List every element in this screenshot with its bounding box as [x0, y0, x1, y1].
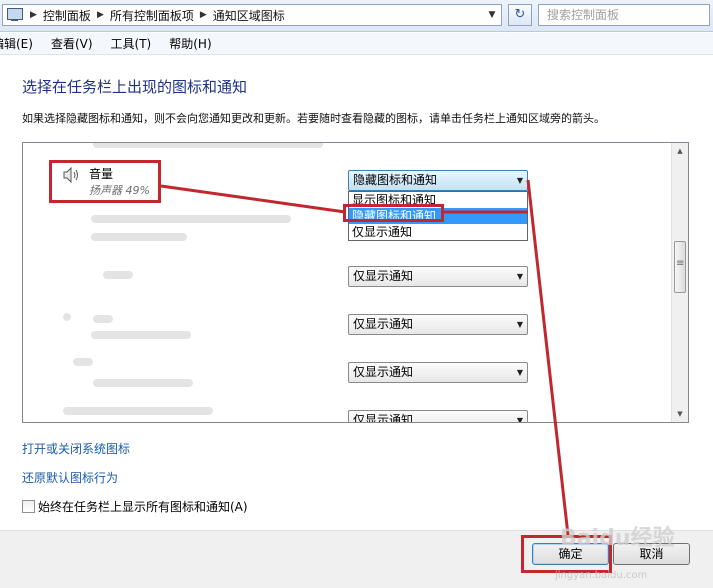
checkbox-label: 始终在任务栏上显示所有图标和通知(A)	[38, 500, 248, 514]
breadcrumb-control-panel[interactable]: 控制面板	[43, 7, 91, 24]
chevron-down-icon: ▼	[516, 416, 523, 423]
scroll-up-icon[interactable]: ▲	[672, 143, 688, 159]
blurred-row-text	[63, 407, 213, 415]
address-toolbar: ▶ 控制面板 ▶ 所有控制面板项 ▶ 通知区域图标 ▼ ↻ 搜索控制面板	[0, 0, 713, 32]
menu-view[interactable]: 查看(V)	[51, 35, 93, 52]
icon-behavior-select[interactable]: 仅显示通知 ▼	[348, 362, 528, 383]
breadcrumb-separator-icon[interactable]: ▶	[200, 10, 207, 20]
option-hide-icon-and-notifications[interactable]: 隐藏图标和通知	[349, 208, 527, 224]
chevron-down-icon: ▼	[516, 272, 523, 281]
menu-bar: 编辑(E) 查看(V) 工具(T) 帮助(H)	[0, 33, 713, 55]
option-only-notifications[interactable]: 仅显示通知	[349, 224, 527, 240]
blurred-row-text	[91, 215, 291, 223]
icon-behavior-value: 仅显示通知	[353, 365, 414, 379]
icon-behavior-value: 仅显示通知	[353, 269, 414, 283]
blurred-row-text	[93, 143, 323, 148]
icon-behavior-value: 仅显示通知	[353, 317, 414, 331]
icon-behavior-value: 仅显示通知	[353, 413, 414, 423]
blurred-row-text	[103, 271, 133, 279]
blurred-row-text	[93, 379, 193, 387]
scroll-thumb[interactable]	[674, 241, 686, 293]
blurred-row-text	[91, 233, 187, 241]
chevron-down-icon: ▼	[516, 320, 523, 329]
watermark-url: jingyan.baidu.com	[555, 570, 648, 581]
scroll-down-icon[interactable]: ▼	[672, 406, 688, 422]
icon-behavior-select[interactable]: 仅显示通知 ▼	[348, 314, 528, 335]
volume-subtitle: 扬声器 49%	[89, 184, 150, 197]
refresh-button[interactable]: ↻	[508, 4, 532, 26]
breadcrumb-separator-icon[interactable]: ▶	[30, 10, 37, 20]
checkbox-box[interactable]	[22, 500, 35, 513]
menu-edit[interactable]: 编辑(E)	[0, 35, 33, 52]
restore-defaults-link[interactable]: 还原默认图标行为	[22, 469, 118, 486]
volume-behavior-value: 隐藏图标和通知	[353, 173, 438, 187]
page-description: 如果选择隐藏图标和通知，则不会向您通知更改和更新。若要随时查看隐藏的图标，请单击…	[22, 112, 605, 125]
system-icons-link[interactable]: 打开或关闭系统图标	[22, 440, 130, 457]
address-bar[interactable]: ▶ 控制面板 ▶ 所有控制面板项 ▶ 通知区域图标 ▼	[2, 4, 502, 26]
menu-tools[interactable]: 工具(T)	[111, 35, 152, 52]
search-input[interactable]: 搜索控制面板	[538, 4, 710, 26]
behavior-dropdown-list[interactable]: 显示图标和通知 隐藏图标和通知 仅显示通知	[348, 191, 528, 241]
refresh-icon: ↻	[514, 7, 526, 22]
list-scrollbar[interactable]: ▲ ▼	[671, 143, 688, 422]
chevron-down-icon: ▼	[516, 176, 523, 185]
breadcrumb-notification-icons[interactable]: 通知区域图标	[213, 7, 285, 24]
notification-icons-list[interactable]: 音量 扬声器 49% 隐藏图标和通知 ▼ 显示图标和通知 隐藏图标和通知 仅显示…	[22, 142, 689, 423]
breadcrumb-separator-icon[interactable]: ▶	[97, 10, 104, 20]
volume-name: 音量	[89, 167, 114, 181]
blurred-row-text	[63, 313, 71, 321]
icon-behavior-select[interactable]: 仅显示通知 ▼	[348, 266, 528, 287]
blurred-row-text	[93, 315, 113, 323]
volume-behavior-select[interactable]: 隐藏图标和通知 ▼	[348, 170, 528, 191]
control-panel-icon	[6, 8, 24, 22]
watermark-logo: Baidu经验	[560, 526, 675, 551]
chevron-down-icon: ▼	[516, 368, 523, 377]
icon-behavior-select[interactable]: 仅显示通知 ▼	[348, 410, 528, 423]
speaker-icon	[63, 167, 78, 183]
breadcrumb-all-items[interactable]: 所有控制面板项	[110, 7, 194, 24]
blurred-row-text	[73, 358, 93, 366]
menu-help[interactable]: 帮助(H)	[169, 35, 211, 52]
always-show-checkbox[interactable]: 始终在任务栏上显示所有图标和通知(A)	[22, 498, 248, 515]
address-dropdown-icon[interactable]: ▼	[485, 7, 499, 23]
blurred-row-text	[91, 331, 191, 339]
option-show-icon-and-notifications[interactable]: 显示图标和通知	[349, 192, 527, 208]
page-title: 选择在任务栏上出现的图标和通知	[22, 78, 248, 96]
